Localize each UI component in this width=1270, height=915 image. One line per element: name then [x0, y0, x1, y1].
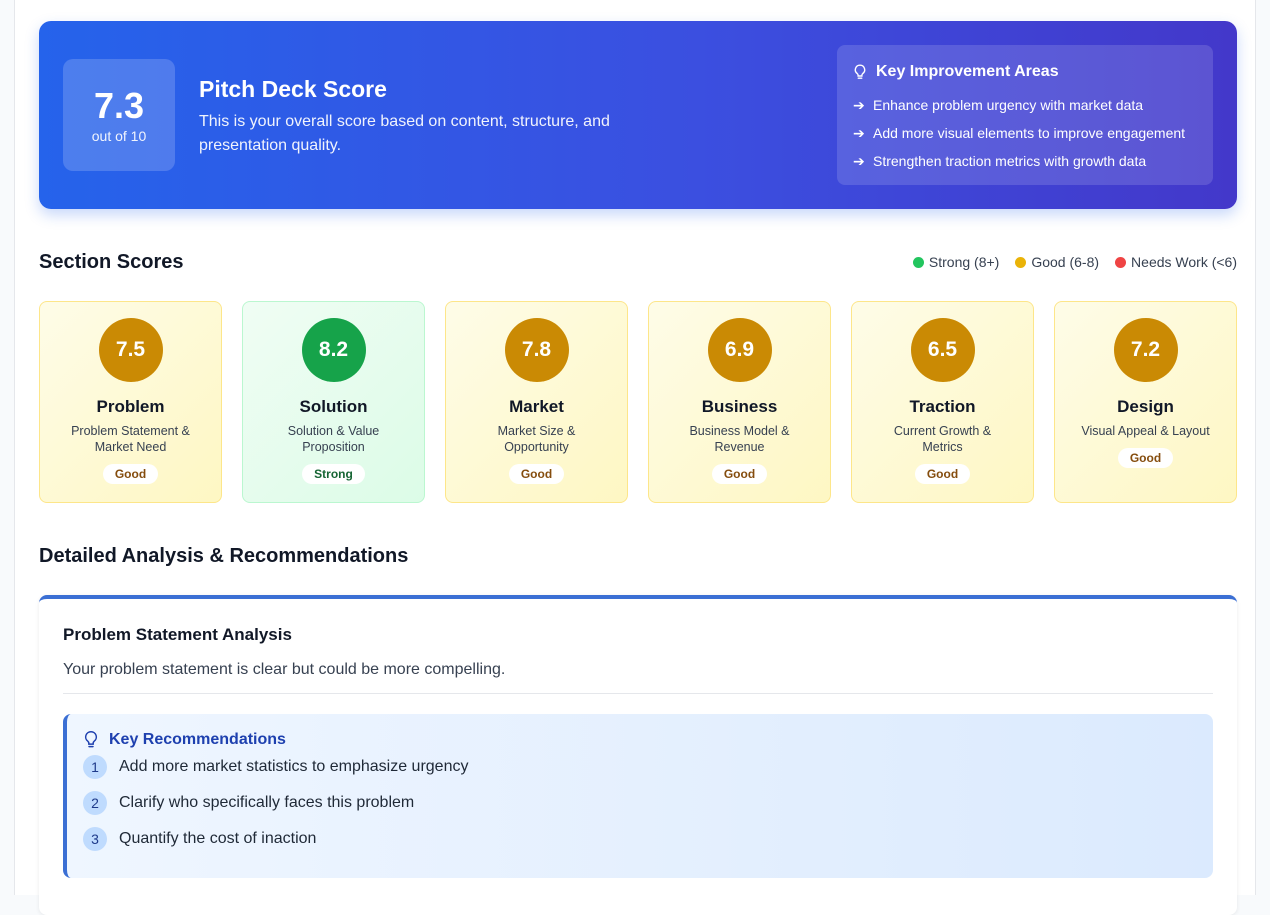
overall-score: 7.3	[93, 85, 145, 126]
status-badge: Good	[1117, 448, 1174, 468]
legend-label: Strong (8+)	[928, 254, 1000, 270]
legend-good: Good (6-8)	[1015, 254, 1099, 270]
lightbulb-icon	[84, 730, 98, 748]
improvement-item: ➔ Strengthen traction metrics with growt…	[853, 147, 1197, 175]
improvement-areas-title: Key Improvement Areas	[876, 63, 1059, 80]
lightbulb-icon	[854, 64, 866, 79]
recommendations-header: Key Recommendations	[83, 730, 1197, 749]
recommendation-item: 3 Quantify the cost of inaction	[83, 821, 1197, 857]
recommendations-box: Key Recommendations 1 Add more market st…	[63, 714, 1213, 878]
score-legend: Strong (8+) Good (6-8) Needs Work (<6)	[897, 254, 1237, 270]
arrow-right-icon: ➔	[853, 124, 865, 141]
score-circle: 8.2	[301, 318, 366, 382]
recommendation-number: 3	[83, 827, 107, 851]
overall-score-scale: out of 10	[91, 128, 147, 144]
hero-title: Pitch Deck Score	[199, 76, 387, 102]
improvement-text: Add more visual elements to improve enga…	[873, 125, 1186, 141]
score-card-solution[interactable]: 8.2 Solution Solution & Value Propositio…	[242, 301, 425, 503]
recommendation-number: 2	[83, 791, 107, 815]
analysis-card: Problem Statement Analysis Your problem …	[39, 595, 1237, 915]
improvement-text: Enhance problem urgency with market data	[873, 97, 1144, 113]
status-badge: Good	[508, 464, 565, 484]
score-card-traction[interactable]: 6.5 Traction Current Growth & Metrics Go…	[851, 301, 1034, 503]
card-name: Business	[701, 397, 778, 416]
arrow-right-icon: ➔	[853, 96, 865, 113]
recommendation-number: 1	[83, 755, 107, 779]
section-scores-header: Section Scores Strong (8+) Good (6-8) Ne…	[39, 251, 1237, 275]
status-badge: Good	[914, 464, 971, 484]
card-description: Business Model & Revenue	[689, 424, 790, 454]
green-dot-icon	[912, 256, 924, 268]
content: 7.3 out of 10 Pitch Deck Score This is y…	[39, 21, 1237, 915]
score-card-design[interactable]: 7.2 Design Visual Appeal & Layout Good	[1054, 301, 1237, 503]
score-circle: 7.5	[98, 318, 163, 382]
card-description: Solution & Value Proposition	[287, 424, 380, 454]
overall-score-box: 7.3 out of 10	[63, 59, 175, 171]
card-description: Problem Statement & Market Need	[71, 424, 190, 454]
status-badge: Strong	[302, 464, 365, 484]
score-circle: 7.2	[1113, 318, 1178, 382]
red-dot-icon	[1115, 256, 1127, 268]
improvement-areas-panel: Key Improvement Areas ➔ Enhance problem …	[837, 45, 1213, 185]
section-score-cards: 7.5 Problem Problem Statement & Market N…	[39, 301, 1237, 503]
card-name: Market	[509, 397, 564, 416]
improvement-text: Strengthen traction metrics with growth …	[873, 153, 1147, 169]
card-description: Market Size & Opportunity	[497, 424, 576, 454]
recommendation-item: 1 Add more market statistics to emphasiz…	[83, 749, 1197, 785]
recommendation-text: Add more market statistics to emphasize …	[119, 758, 469, 775]
improvement-item: ➔ Enhance problem urgency with market da…	[853, 91, 1197, 119]
legend-label: Good (6-8)	[1031, 254, 1100, 270]
hero-description: This is your overall score based on cont…	[199, 113, 610, 154]
yellow-dot-icon	[1015, 256, 1027, 268]
card-name: Solution	[299, 397, 368, 416]
improvement-item: ➔ Add more visual elements to improve en…	[853, 119, 1197, 147]
analysis-card-text: Your problem statement is clear but coul…	[63, 661, 1213, 694]
card-name: Traction	[909, 397, 976, 416]
page: 7.3 out of 10 Pitch Deck Score This is y…	[14, 0, 1256, 915]
analysis-card-title: Problem Statement Analysis	[63, 625, 292, 644]
card-description: Current Growth & Metrics	[893, 424, 992, 454]
detailed-analysis-title: Detailed Analysis & Recommendations	[39, 545, 409, 567]
recommendation-text: Quantify the cost of inaction	[119, 830, 317, 847]
recommendation-text: Clarify who specifically faces this prob…	[119, 794, 415, 811]
score-card-problem[interactable]: 7.5 Problem Problem Statement & Market N…	[39, 301, 222, 503]
status-badge: Good	[711, 464, 768, 484]
legend-label: Needs Work (<6)	[1131, 254, 1237, 270]
score-card-market[interactable]: 7.8 Market Market Size & Opportunity Goo…	[445, 301, 628, 503]
recommendations-title: Key Recommendations	[109, 730, 286, 748]
score-hero: 7.3 out of 10 Pitch Deck Score This is y…	[39, 21, 1237, 209]
recommendation-item: 2 Clarify who specifically faces this pr…	[83, 785, 1197, 821]
score-circle: 6.9	[707, 318, 772, 382]
improvement-areas-header: Key Improvement Areas	[853, 63, 1197, 81]
score-circle: 6.5	[910, 318, 975, 382]
score-card-business[interactable]: 6.9 Business Business Model & Revenue Go…	[648, 301, 831, 503]
section-scores-title: Section Scores	[39, 251, 184, 273]
card-name: Design	[1117, 397, 1174, 416]
card-description: Visual Appeal & Layout	[1081, 424, 1210, 438]
status-badge: Good	[102, 464, 159, 484]
card-name: Problem	[96, 397, 165, 416]
legend-strong: Strong (8+)	[912, 254, 1000, 270]
score-circle: 7.8	[504, 318, 569, 382]
legend-needs-work: Needs Work (<6)	[1115, 254, 1237, 270]
arrow-right-icon: ➔	[853, 152, 865, 169]
